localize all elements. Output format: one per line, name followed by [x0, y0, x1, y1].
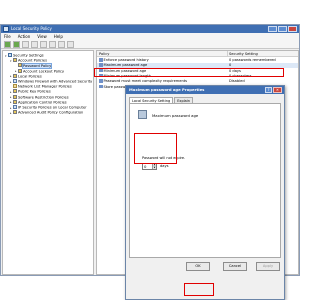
cancel-button[interactable]: Cancel	[223, 262, 247, 271]
shield-icon	[13, 79, 17, 83]
highlight-ok-button	[184, 283, 214, 296]
days-value[interactable]: 0	[144, 164, 146, 169]
tree-item-label: Password Policy	[21, 62, 53, 69]
policy-cell: Password must meet complexity requiremen…	[99, 79, 187, 84]
dialog-buttons: OK Cancel Apply	[126, 260, 284, 272]
policy-row-icon	[99, 79, 103, 83]
folder-icon	[18, 68, 22, 73]
app-icon	[3, 26, 9, 32]
highlight-password-expiry	[134, 133, 177, 164]
menu-file[interactable]: File	[4, 33, 11, 40]
folder-icon	[13, 84, 17, 89]
folder-icon	[13, 89, 17, 94]
ok-button[interactable]: OK	[186, 262, 210, 271]
policy-name-text: Maximum password age	[103, 63, 148, 68]
show-tree-icon[interactable]	[31, 41, 38, 48]
window-title: Local Security Policy	[11, 26, 52, 31]
window-controls	[268, 26, 297, 32]
tab-panel: Maximum password age Password will not e…	[129, 103, 281, 258]
setting-cell: Disabled	[229, 79, 245, 84]
policy-icon	[138, 110, 147, 119]
column-header-policy[interactable]: Policy	[99, 51, 109, 57]
shield-icon	[13, 105, 17, 109]
tree-item-label: Security Settings	[13, 53, 44, 58]
toolbar	[1, 40, 299, 49]
menu-help[interactable]: Help	[54, 33, 63, 40]
policy-row-icon	[99, 63, 103, 67]
tree-item-label: Application Control Policies	[18, 100, 67, 105]
menu-bar: File Action View Help	[1, 33, 299, 40]
column-separator[interactable]	[227, 51, 228, 57]
folder-icon	[13, 58, 17, 63]
minimize-button[interactable]	[268, 26, 277, 32]
highlight-max-password-age	[94, 68, 284, 77]
policy-cell: Enforce password history	[99, 58, 149, 63]
apply-button[interactable]: Apply	[256, 262, 280, 271]
tree-item-label: Network List Manager Policies	[18, 84, 72, 89]
folder-icon	[13, 110, 17, 115]
close-button[interactable]	[288, 26, 297, 32]
dialog-title: Maximum password age Properties	[126, 86, 284, 94]
policy-row-icon	[99, 84, 103, 88]
menu-action[interactable]: Action	[18, 33, 31, 40]
maximize-button[interactable]	[278, 26, 287, 32]
menu-view[interactable]: View	[37, 33, 47, 40]
folder-icon	[13, 99, 17, 104]
properties-icon[interactable]	[49, 41, 56, 48]
properties-dialog: Maximum password age Properties ? ✕ Loca…	[125, 85, 285, 300]
tree-item-label: Software Restriction Policies	[18, 95, 69, 100]
help-icon[interactable]	[67, 41, 74, 48]
tree-item-label: IP Security Policies on Local Computer	[18, 105, 87, 110]
dialog-close-icon[interactable]: ✕	[273, 87, 282, 93]
spin-arrows-icon[interactable]: ▲ ▼	[152, 164, 156, 169]
up-folder-icon[interactable]	[22, 41, 29, 48]
tree-item-label: Account Lockout Policy	[23, 69, 65, 74]
export-list-icon[interactable]	[58, 41, 65, 48]
list-header: Policy Security Setting	[97, 51, 298, 57]
policy-name: Maximum password age	[152, 113, 199, 118]
title-bar: Local Security Policy	[1, 25, 299, 33]
tree-item-label: Local Policies	[18, 74, 42, 79]
forward-icon[interactable]	[13, 41, 20, 48]
days-unit-label: days	[160, 164, 169, 168]
folder-icon	[13, 73, 17, 78]
folder-icon	[13, 94, 17, 99]
tree-item-label: Advanced Audit Policy Configuration	[18, 110, 84, 115]
help-question-icon[interactable]: ?	[265, 87, 272, 93]
navigation-tree: ▾ Security Settings ▾ Account Policies Passw…	[2, 50, 94, 275]
folder-icon	[18, 63, 22, 68]
tree-item[interactable]: ▸ Advanced Audit Policy Configuration	[10, 110, 83, 115]
table-row[interactable]: Password must meet complexity requiremen…	[97, 79, 298, 84]
tree-item-label: Public Key Policies	[18, 89, 51, 94]
setting-cell: 0 passwords remembered	[229, 58, 276, 62]
table-row[interactable]: Enforce password history 0 passwords reme…	[97, 58, 298, 63]
tree-item-label: Account Policies	[18, 58, 47, 63]
policy-row-icon	[99, 58, 103, 62]
policy-name-text: Enforce password history	[103, 58, 149, 62]
tree-item-label: Windows Firewall with Advanced Security	[18, 79, 93, 84]
days-stepper[interactable]: 0 ▲ ▼	[142, 163, 157, 170]
back-icon[interactable]	[4, 41, 11, 48]
policy-name-text: Password must meet complexity requiremen…	[103, 79, 188, 84]
delete-icon[interactable]	[40, 41, 47, 48]
column-header-setting[interactable]: Security Setting	[229, 51, 258, 57]
computer-icon	[8, 53, 12, 57]
